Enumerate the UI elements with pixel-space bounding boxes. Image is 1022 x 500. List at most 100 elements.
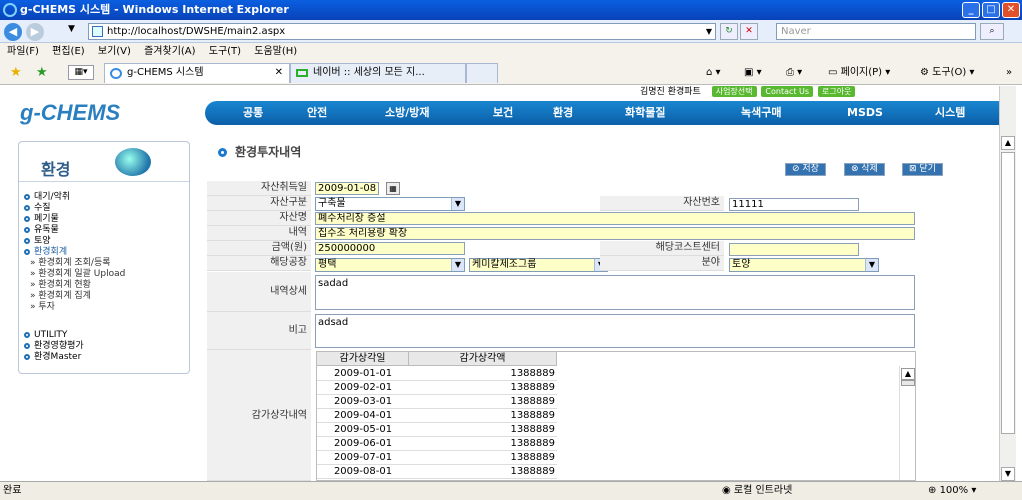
menu-help[interactable]: 도움말(H) xyxy=(251,46,300,57)
scroll-down-icon[interactable]: ▼ xyxy=(1001,467,1015,481)
nav-msds[interactable]: MSDS xyxy=(847,101,883,125)
forward-button[interactable]: ▶ xyxy=(26,23,44,41)
plant-group-select[interactable]: 케미칼제조그룹▼ xyxy=(469,258,608,272)
acq-date-field[interactable]: 2009-01-08 xyxy=(315,182,379,195)
grid-header-amount[interactable]: 감가상각액 xyxy=(409,352,557,366)
subitem-accounting-register[interactable]: » 환경회계 조회/등록 xyxy=(30,258,125,269)
print-icon[interactable]: ⎙ ▾ xyxy=(786,65,802,81)
chevron-down-icon[interactable]: ▼ xyxy=(865,259,878,271)
search-button[interactable]: ⌕ xyxy=(980,23,1004,40)
field-select[interactable]: 토양 ▼ xyxy=(729,258,879,272)
sidebar-item-air[interactable]: 대기/악취 xyxy=(24,192,70,203)
tab-naver[interactable]: 네이버 :: 세상의 모든 지... xyxy=(290,63,466,83)
table-row[interactable]: 2009-02-01 1388889 xyxy=(317,381,557,395)
zone-indicator[interactable]: ◉ 로컬 인트라넷 xyxy=(722,482,792,500)
close-form-button[interactable]: ⊠ 닫기 xyxy=(902,163,943,176)
tools-menu[interactable]: ⚙ 도구(O) ▾ xyxy=(920,65,974,81)
tab-close-icon[interactable]: ✕ xyxy=(275,64,283,82)
stop-button[interactable]: ✕ xyxy=(740,23,758,40)
sidebar-item-master[interactable]: 환경Master xyxy=(24,352,84,363)
nav-system[interactable]: 시스템 xyxy=(935,101,965,125)
grid-header-date[interactable]: 감가상각일 xyxy=(317,352,409,366)
tab-gchems[interactable]: g-CHEMS 시스템 ✕ xyxy=(104,63,290,83)
quick-tabs-icon[interactable]: ▦▾ xyxy=(68,65,94,80)
add-favorite-icon[interactable]: ★ xyxy=(36,65,48,80)
table-row[interactable]: 2009-03-01 1388889 xyxy=(317,395,557,409)
nav-common[interactable]: 공통 xyxy=(243,101,263,125)
history-dropdown-icon[interactable]: ▼ xyxy=(68,24,75,34)
menu-view[interactable]: 보기(V) xyxy=(95,46,134,57)
nav-green-purchase[interactable]: 녹색구매 xyxy=(741,101,781,125)
asset-name-field[interactable]: 폐수처리장 증설 xyxy=(315,212,915,225)
delete-button[interactable]: ⊗ 삭제 xyxy=(844,163,885,176)
chevron-down-icon[interactable]: ▼ xyxy=(451,259,464,271)
table-row[interactable]: 2009-01-01 1388889 xyxy=(317,367,557,381)
cost-center-field[interactable] xyxy=(729,243,859,256)
subitem-summary[interactable]: » 환경회계 집계 xyxy=(30,291,125,302)
feeds-icon[interactable]: ▣ ▾ xyxy=(744,65,762,81)
table-row[interactable]: 2009-07-01 1388889 xyxy=(317,451,557,465)
minimize-button[interactable]: _ xyxy=(962,2,980,18)
search-input[interactable]: Naver xyxy=(776,23,976,40)
detail-textarea[interactable]: sadad xyxy=(315,275,915,310)
select-site-button[interactable]: 사업장선택 xyxy=(711,86,757,97)
page-title-text: 환경투자내역 xyxy=(235,145,302,159)
close-button[interactable]: ✕ xyxy=(1002,2,1020,18)
gchems-logo[interactable]: g-CHEMS xyxy=(20,100,120,126)
zoom-control[interactable]: ⊕ 100% ▾ xyxy=(928,482,976,500)
address-dropdown-icon[interactable]: ▼ xyxy=(706,24,712,39)
asset-type-select[interactable]: 구축물 ▼ xyxy=(315,197,465,211)
amount-field[interactable]: 250000000 xyxy=(315,242,465,255)
save-button[interactable]: ⊘ 저장 xyxy=(785,163,826,176)
plant-select[interactable]: 평택 ▼ xyxy=(315,258,465,272)
favorites-star-icon[interactable]: ★ xyxy=(10,65,22,80)
table-row[interactable]: 2009-04-01 1388889 xyxy=(317,409,557,423)
chevron-down-icon[interactable]: ▼ xyxy=(451,198,464,210)
maximize-button[interactable]: □ xyxy=(982,2,1000,18)
nav-safety[interactable]: 안전 xyxy=(307,101,327,125)
chevron-more-icon[interactable]: » xyxy=(1006,65,1012,81)
dep-amount-cell: 1388889 xyxy=(510,382,555,393)
menu-tools[interactable]: 도구(T) xyxy=(206,46,244,57)
grid-scroll-thumb[interactable] xyxy=(901,380,915,386)
contact-us-button[interactable]: Contact Us xyxy=(761,86,814,97)
nav-health[interactable]: 보건 xyxy=(493,101,513,125)
asset-no-field[interactable]: 11111 xyxy=(729,198,859,211)
sidebar-item-impact[interactable]: 환경영향평가 xyxy=(24,341,84,352)
nav-environment[interactable]: 환경 xyxy=(553,101,573,125)
grid-scrollbar[interactable]: ▲ xyxy=(899,366,915,480)
refresh-button[interactable]: ↻ xyxy=(720,23,738,40)
table-row[interactable]: 2009-05-01 1388889 xyxy=(317,423,557,437)
sidebar-item-waste[interactable]: 폐기물 xyxy=(24,214,70,225)
menu-favorites[interactable]: 즐겨찾기(A) xyxy=(141,46,198,57)
sidebar-item-accounting[interactable]: 환경회계 xyxy=(24,247,70,258)
logout-button[interactable]: 로그아웃 xyxy=(817,86,856,97)
remark-textarea[interactable]: adsad xyxy=(315,314,915,348)
subitem-status[interactable]: » 환경회계 현황 xyxy=(30,280,125,291)
scroll-thumb[interactable] xyxy=(1001,152,1015,434)
menu-file[interactable]: 파일(F) xyxy=(4,46,42,57)
table-row[interactable]: 2009-08-01 1388889 xyxy=(317,465,557,479)
table-row[interactable]: 2009-06-01 1388889 xyxy=(317,437,557,451)
menu-edit[interactable]: 편집(E) xyxy=(49,46,88,57)
new-tab-button[interactable] xyxy=(466,63,498,83)
scroll-up-icon[interactable]: ▲ xyxy=(1001,136,1015,150)
bullet-icon xyxy=(24,343,30,349)
back-button[interactable]: ◀ xyxy=(4,23,22,41)
desc-field[interactable]: 집수조 처리용량 확장 xyxy=(315,227,915,240)
sidebar-item-soil[interactable]: 토양 xyxy=(24,236,70,247)
nav-chemicals[interactable]: 화학물질 xyxy=(625,101,665,125)
nav-fire[interactable]: 소방/방재 xyxy=(385,101,430,125)
home-icon[interactable]: ⌂ ▾ xyxy=(706,65,721,81)
page-menu[interactable]: ▭ 페이지(P) ▾ xyxy=(828,65,890,81)
sidebar-item-water[interactable]: 수질 xyxy=(24,203,70,214)
subitem-label: 환경회계 일괄 Upload xyxy=(38,269,126,279)
sidebar-item-utility[interactable]: UTILITY xyxy=(24,330,84,341)
subitem-investment[interactable]: » 투자 xyxy=(30,302,125,313)
address-input[interactable]: http://localhost/DWSHE/main2.aspx ▼ xyxy=(88,23,716,40)
sidebar-item-toxic[interactable]: 유독물 xyxy=(24,225,70,236)
calendar-icon[interactable]: ▦ xyxy=(386,182,400,195)
page-scrollbar[interactable]: ▲ ▼ xyxy=(999,86,1016,481)
subitem-bulk-upload[interactable]: » 환경회계 일괄 Upload xyxy=(30,269,125,280)
grid-scroll-up-icon[interactable]: ▲ xyxy=(901,368,915,380)
